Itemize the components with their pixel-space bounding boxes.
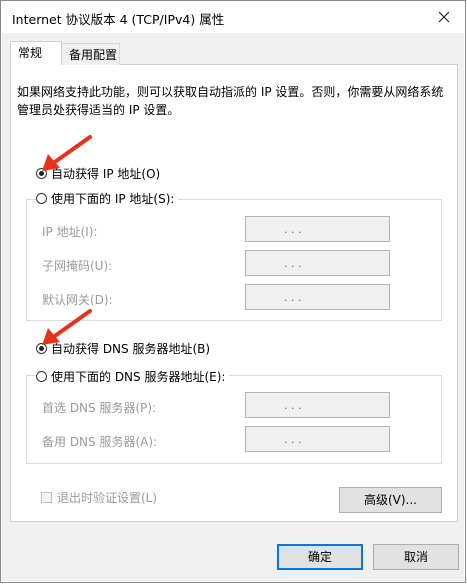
advanced-button[interactable]: 高级(V)... [339,487,442,513]
manual-ip-radio[interactable]: 使用下面的 IP 地址(S): [36,190,179,207]
tab-general[interactable]: 常规 [10,41,62,65]
ok-button[interactable]: 确定 [277,544,363,570]
ip-address-dots: . . . [284,223,302,236]
red-arrow-icon [42,309,92,345]
title-bar: Internet 协议版本 4 (TCP/IPv4) 属性 [1,1,465,33]
default-gateway-dots: . . . [284,291,302,304]
radio-button-unchecked[interactable] [36,193,47,204]
checkbox-box[interactable] [41,492,52,503]
alternate-dns-dots: . . . [284,433,302,446]
cancel-button[interactable]: 取消 [373,544,459,570]
validate-on-exit-checkbox[interactable]: 退出时验证设置(L) [41,489,157,506]
dialog-window: Internet 协议版本 4 (TCP/IPv4) 属性 常规 备用配置 如果… [0,0,466,583]
close-icon [438,11,450,23]
description-text: 如果网络支持此功能，则可以获取自动指派的 IP 设置。否则，你需要从网络系统管理… [17,85,444,117]
alternate-dns-label: 备用 DNS 服务器(A): [42,435,158,449]
radio-button-unchecked[interactable] [36,371,47,382]
preferred-dns-label: 首选 DNS 服务器(P): [42,401,157,415]
manual-dns-label: 使用下面的 DNS 服务器地址(E): [51,370,226,384]
dialog-client-area: 常规 备用配置 如果网络支持此功能，则可以获取自动指派的 IP 设置。否则，你需… [2,33,464,581]
window-title: Internet 协议版本 4 (TCP/IPv4) 属性 [12,12,225,27]
preferred-dns-dots: . . . [284,399,302,412]
default-gateway-label: 默认网关(D): [42,293,113,307]
subnet-mask-dots: . . . [284,257,302,270]
default-gateway-input[interactable]: . . . [245,284,390,310]
subnet-mask-input[interactable]: . . . [245,250,390,276]
validate-on-exit-label: 退出时验证设置(L) [57,491,158,505]
manual-dns-radio[interactable]: 使用下面的 DNS 服务器地址(E): [36,368,230,385]
red-arrow-icon [42,135,92,171]
manual-ip-label: 使用下面的 IP 地址(S): [51,192,175,206]
subnet-mask-label: 子网掩码(U): [42,259,113,273]
ip-address-input[interactable]: . . . [245,216,390,242]
alternate-dns-input[interactable]: . . . [245,426,390,452]
tab-alternate-configuration[interactable]: 备用配置 [61,43,120,65]
ip-address-label: IP 地址(I): [42,225,98,239]
close-button[interactable] [429,3,459,31]
preferred-dns-input[interactable]: . . . [245,392,390,418]
